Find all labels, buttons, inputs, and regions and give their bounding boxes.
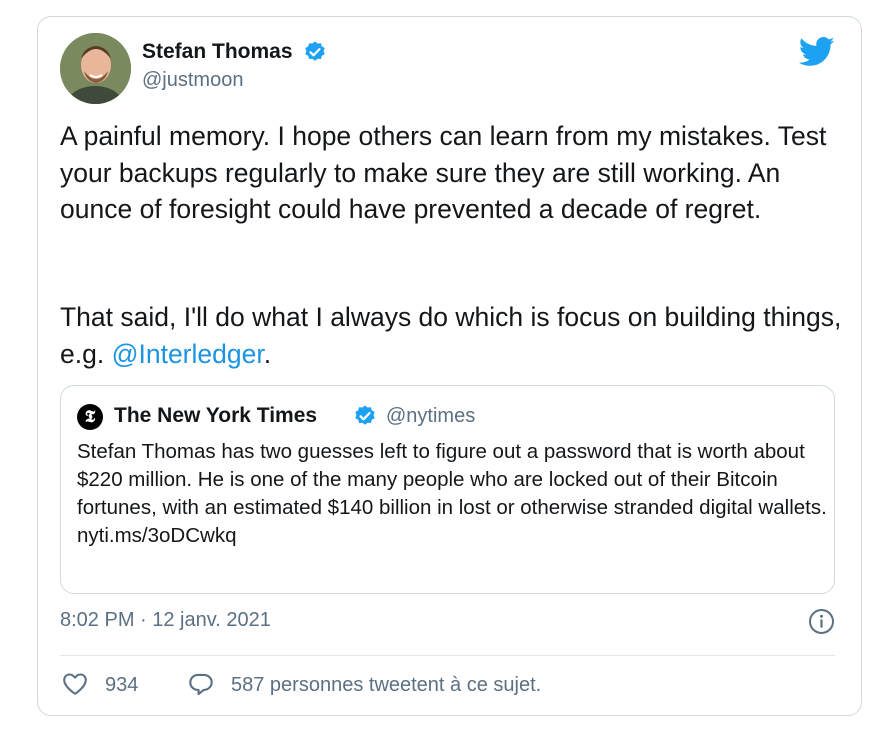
verified-badge-icon bbox=[355, 405, 375, 425]
avatar[interactable] bbox=[60, 33, 131, 104]
speech-bubble-icon[interactable] bbox=[187, 671, 215, 698]
info-icon[interactable] bbox=[808, 608, 835, 635]
twitter-bird-icon[interactable] bbox=[799, 37, 835, 67]
verified-badge-icon bbox=[305, 41, 325, 61]
reply-count-text[interactable]: 587 personnes tweetent à ce sujet. bbox=[231, 674, 541, 697]
quoted-link[interactable]: nyti.ms/3oDCwkq bbox=[77, 522, 827, 550]
like-count[interactable]: 934 bbox=[105, 674, 138, 697]
quoted-text-block: Stefan Thomas has two guesses left to fi… bbox=[77, 438, 827, 550]
quoted-display-name[interactable]: The New York Times bbox=[114, 404, 317, 428]
avatar-photo-icon bbox=[60, 33, 131, 104]
divider bbox=[60, 655, 835, 656]
heart-icon[interactable] bbox=[62, 671, 88, 697]
tweet-text-paragraph-2: That said, I'll do what I always do whic… bbox=[60, 299, 860, 372]
nytimes-logo-icon: 𝕿 bbox=[77, 404, 103, 430]
quoted-text: Stefan Thomas has two guesses left to fi… bbox=[77, 440, 827, 519]
tweet-text-suffix: . bbox=[263, 338, 272, 369]
tweet-timestamp[interactable]: 8:02 PM · 12 janv. 2021 bbox=[60, 609, 271, 632]
tweet-text-paragraph-1: A painful memory. I hope others can lear… bbox=[60, 121, 827, 224]
author-display-name[interactable]: Stefan Thomas bbox=[142, 40, 293, 64]
mention-link[interactable]: @Interledger bbox=[112, 339, 264, 369]
quoted-handle[interactable]: @nytimes bbox=[386, 405, 475, 428]
author-handle[interactable]: @justmoon bbox=[142, 69, 243, 92]
